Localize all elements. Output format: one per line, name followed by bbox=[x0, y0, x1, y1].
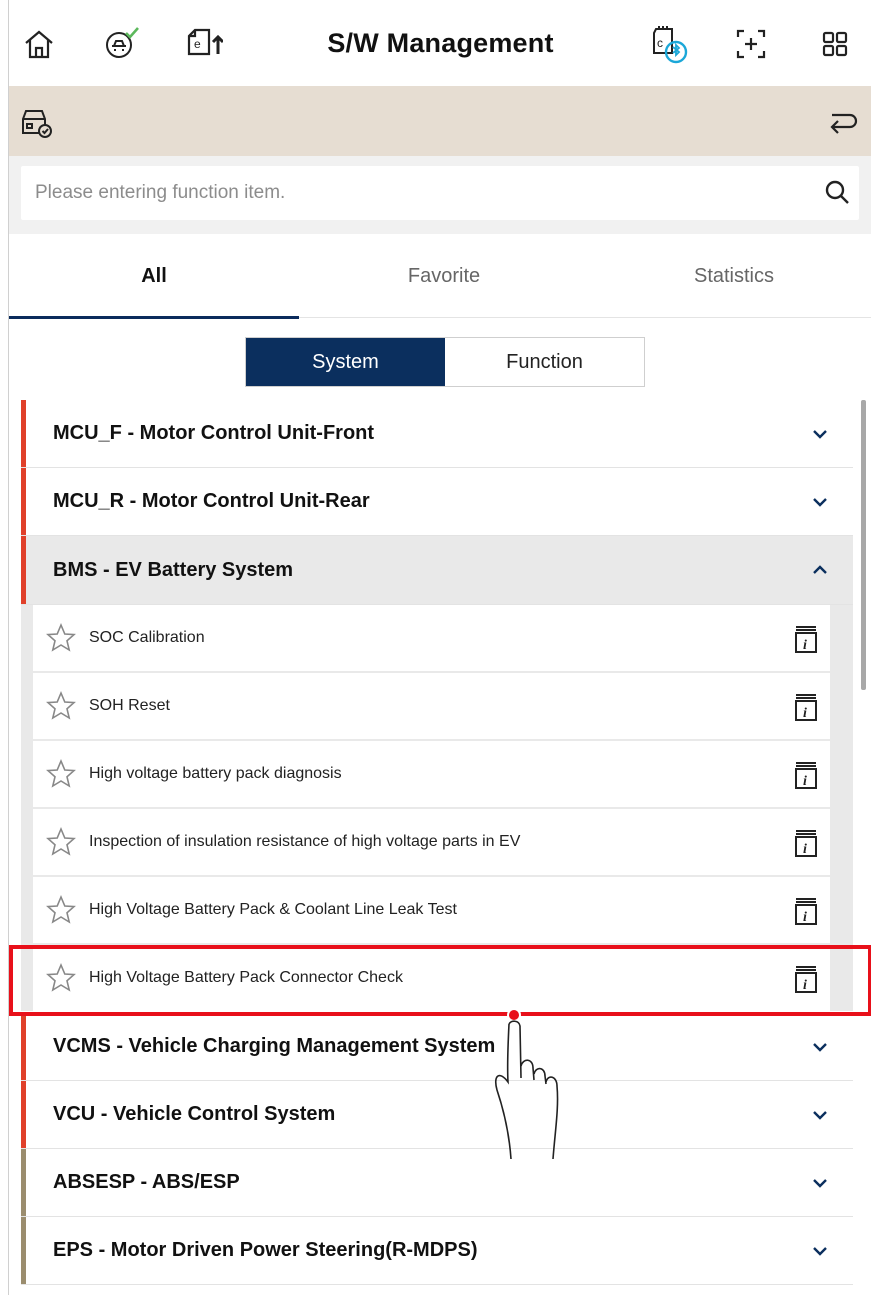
info-icon[interactable]: i bbox=[792, 624, 820, 654]
back-arrow-icon[interactable] bbox=[821, 100, 865, 144]
group-marker bbox=[21, 1217, 26, 1284]
favorite-star-icon[interactable] bbox=[45, 690, 77, 722]
info-icon[interactable]: i bbox=[792, 964, 820, 994]
group-bms[interactable]: BMS - EV Battery System bbox=[21, 536, 853, 605]
svg-text:i: i bbox=[803, 774, 807, 789]
favorite-star-icon[interactable] bbox=[45, 962, 77, 994]
group-label: VCU - Vehicle Control System bbox=[53, 1103, 336, 1125]
group-label: BMS - EV Battery System bbox=[53, 558, 294, 581]
group-mcu-r[interactable]: MCU_R - Motor Control Unit-Rear bbox=[21, 468, 853, 536]
info-icon[interactable]: i bbox=[792, 828, 820, 858]
search-area bbox=[9, 156, 871, 234]
system-list: MCU_F - Motor Control Unit-Front MCU_R -… bbox=[21, 400, 853, 1285]
group-marker bbox=[21, 1149, 26, 1216]
search-input[interactable] bbox=[21, 182, 801, 204]
tab-all[interactable]: All bbox=[9, 234, 299, 319]
app-frame: e S/W Management c All Favo bbox=[8, 0, 871, 1295]
list-item[interactable]: High Voltage Battery Pack Connector Chec… bbox=[33, 945, 830, 1011]
chevron-down-icon bbox=[809, 423, 831, 445]
favorite-star-icon[interactable] bbox=[45, 758, 77, 790]
svg-text:i: i bbox=[803, 706, 807, 721]
group-label: EPS - Motor Driven Power Steering(R-MDPS… bbox=[53, 1239, 478, 1261]
list-item[interactable]: SOC Calibration i bbox=[33, 605, 830, 671]
chevron-down-icon bbox=[809, 491, 831, 513]
search-box bbox=[21, 166, 859, 220]
svg-text:i: i bbox=[803, 978, 807, 993]
group-mcu-f[interactable]: MCU_F - Motor Control Unit-Front bbox=[21, 400, 853, 468]
info-icon[interactable]: i bbox=[792, 692, 820, 722]
group-label: MCU_F - Motor Control Unit-Front bbox=[53, 422, 375, 444]
favorite-star-icon[interactable] bbox=[45, 826, 77, 858]
group-marker bbox=[21, 536, 26, 604]
group-vcu[interactable]: VCU - Vehicle Control System bbox=[21, 1081, 853, 1149]
group-label: ABSESP - ABS/ESP bbox=[53, 1171, 240, 1193]
tab-bar: All Favorite Statistics bbox=[9, 234, 871, 319]
vehicle-status-icon[interactable] bbox=[15, 100, 59, 144]
chevron-down-icon bbox=[809, 1172, 831, 1194]
chevron-down-icon bbox=[809, 1036, 831, 1058]
item-label: SOH Reset bbox=[89, 697, 170, 714]
svg-text:c: c bbox=[657, 36, 663, 50]
segment-function[interactable]: Function bbox=[445, 338, 644, 386]
favorite-star-icon[interactable] bbox=[45, 894, 77, 926]
group-eps[interactable]: EPS - Motor Driven Power Steering(R-MDPS… bbox=[21, 1217, 853, 1285]
bms-function-items: SOC Calibration i SOH Reset i High volta… bbox=[21, 605, 853, 1011]
group-label: VCMS - Vehicle Charging Management Syste… bbox=[53, 1035, 496, 1057]
chevron-down-icon bbox=[809, 1240, 831, 1262]
info-icon[interactable]: i bbox=[792, 896, 820, 926]
group-marker bbox=[21, 1013, 26, 1080]
list-item[interactable]: SOH Reset i bbox=[33, 673, 830, 739]
screen-capture-icon[interactable] bbox=[729, 22, 773, 66]
group-vcms[interactable]: VCMS - Vehicle Charging Management Syste… bbox=[21, 1013, 853, 1081]
info-icon[interactable]: i bbox=[792, 760, 820, 790]
item-label: High voltage battery pack diagnosis bbox=[89, 765, 342, 782]
list-item[interactable]: Inspection of insulation resistance of h… bbox=[33, 809, 830, 875]
top-bar: e S/W Management c bbox=[9, 0, 871, 86]
tab-statistics[interactable]: Statistics bbox=[589, 234, 871, 318]
bluetooth-vci-icon[interactable]: c bbox=[645, 22, 689, 66]
list-item[interactable]: High voltage battery pack diagnosis i bbox=[33, 741, 830, 807]
search-icon[interactable] bbox=[819, 174, 855, 210]
list-scrollbar[interactable] bbox=[861, 400, 866, 690]
list-item[interactable]: High Voltage Battery Pack & Coolant Line… bbox=[33, 877, 830, 943]
chevron-up-icon bbox=[809, 559, 831, 581]
item-label: SOC Calibration bbox=[89, 629, 205, 646]
svg-text:i: i bbox=[803, 842, 807, 857]
item-label: Inspection of insulation resistance of h… bbox=[89, 833, 521, 850]
group-marker bbox=[21, 1081, 26, 1148]
group-marker bbox=[21, 468, 26, 535]
view-segment-control: System Function bbox=[245, 337, 645, 387]
tab-favorite[interactable]: Favorite bbox=[299, 234, 589, 318]
group-label: MCU_R - Motor Control Unit-Rear bbox=[53, 490, 370, 512]
chevron-down-icon bbox=[809, 1104, 831, 1126]
svg-text:i: i bbox=[803, 638, 807, 653]
segment-system[interactable]: System bbox=[246, 338, 445, 386]
svg-text:i: i bbox=[803, 910, 807, 925]
group-absesp[interactable]: ABSESP - ABS/ESP bbox=[21, 1149, 853, 1217]
grid-menu-icon[interactable] bbox=[813, 22, 857, 66]
item-label: High Voltage Battery Pack & Coolant Line… bbox=[89, 901, 457, 918]
group-marker bbox=[21, 400, 26, 467]
item-label: High Voltage Battery Pack Connector Chec… bbox=[89, 969, 403, 986]
sub-toolbar bbox=[9, 86, 871, 156]
favorite-star-icon[interactable] bbox=[45, 622, 77, 654]
